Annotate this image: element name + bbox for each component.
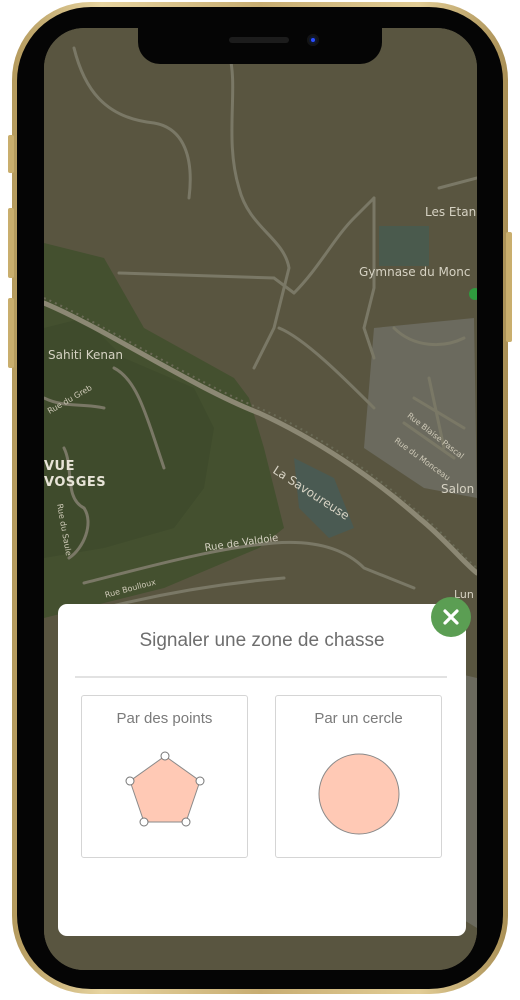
map-label-salon: Salon xyxy=(441,482,475,496)
map-label-les-etangs: Les Etan xyxy=(425,205,477,219)
report-zone-modal: Signaler une zone de chasse Par des poin… xyxy=(58,604,466,936)
close-button[interactable] xyxy=(431,597,471,637)
map-label-vue: VUE xyxy=(44,459,75,474)
map-label-gymnase: Gymnase du Monc xyxy=(359,265,471,279)
map-label-vosges: VOSGES xyxy=(44,475,107,490)
map-label-sahiti: Sahiti Kenan xyxy=(48,348,123,362)
modal-divider xyxy=(75,676,447,678)
phone-speaker xyxy=(229,37,289,43)
side-button-left-1 xyxy=(8,135,14,173)
phone-notch xyxy=(138,26,382,64)
circle-icon xyxy=(318,753,400,835)
option-by-circle-label: Par un cercle xyxy=(314,710,403,727)
side-button-right xyxy=(506,232,512,342)
side-button-left-3 xyxy=(8,298,14,368)
option-by-points-label: Par des points xyxy=(116,710,213,727)
modal-title: Signaler une zone de chasse xyxy=(139,630,385,651)
close-icon xyxy=(443,609,459,625)
pentagon-icon xyxy=(125,751,205,827)
side-button-left-2 xyxy=(8,208,14,278)
front-camera xyxy=(307,34,319,46)
option-by-points[interactable]: Par des points xyxy=(81,695,248,858)
option-by-circle[interactable]: Par un cercle xyxy=(275,695,442,858)
